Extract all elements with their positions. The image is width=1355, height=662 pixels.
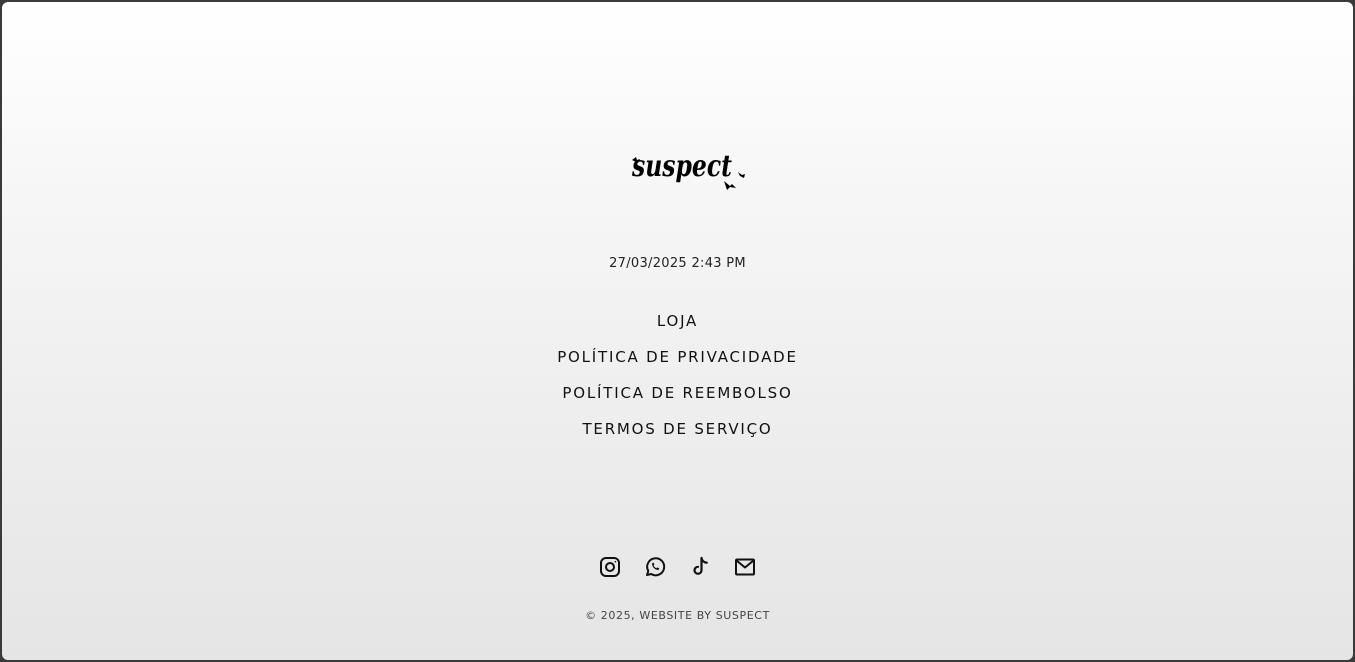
email-icon[interactable] — [733, 555, 757, 579]
nav-link-terms-of-service[interactable]: TERMOS DE SERVIÇO — [582, 416, 772, 452]
whatsapp-icon[interactable] — [643, 555, 667, 579]
instagram-icon[interactable] — [598, 555, 622, 579]
nav-link-refund-policy[interactable]: POLÍTICA DE REEMBOLSO — [562, 380, 792, 416]
footer-panel: suspect 27/03/2025 2:43 PM LOJA POLÍTICA… — [0, 0, 1355, 662]
copyright-text: © 2025, WEBSITE BY SUSPECT — [585, 609, 770, 622]
suspect-logo[interactable]: suspect — [630, 148, 748, 194]
nav-link-privacy-policy[interactable]: POLÍTICA DE PRIVACIDADE — [557, 344, 798, 380]
logo-text: suspect — [631, 149, 732, 184]
footer-nav: LOJA POLÍTICA DE PRIVACIDADE POLÍTICA DE… — [2, 308, 1353, 452]
timestamp: 27/03/2025 2:43 PM — [609, 256, 746, 271]
social-links — [2, 555, 1353, 579]
tiktok-icon[interactable] — [688, 555, 712, 579]
nav-link-loja[interactable]: LOJA — [657, 308, 698, 344]
